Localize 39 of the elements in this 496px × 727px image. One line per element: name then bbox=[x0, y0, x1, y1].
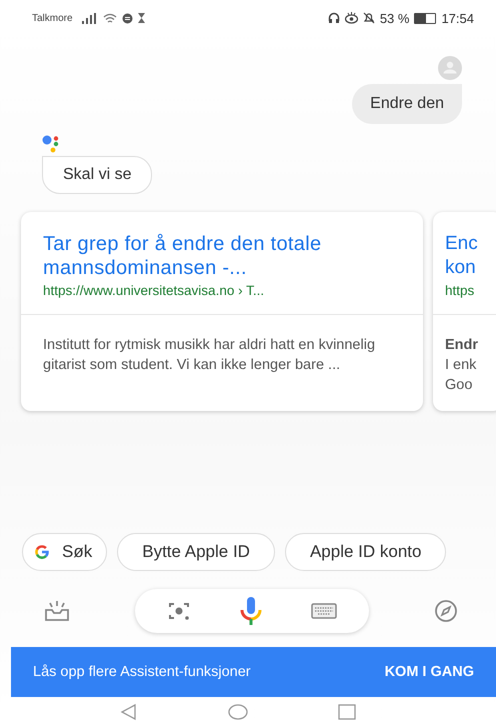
microphone-icon[interactable] bbox=[238, 596, 264, 626]
banner-text: Lås opp flere Assistent-funksjoner bbox=[33, 664, 251, 680]
result-card[interactable]: Tar grep for å endre den totale mannsdominansen -... https://www.universitetsavisa.no › T... Institutt for rytmisk musikk har aldri hatt en kvinnelig gitarist som student. Vi kan ikke lenger bare ... bbox=[21, 212, 423, 411]
result-title[interactable]: kon bbox=[445, 256, 496, 280]
result-card[interactable]: Enc kon https Endr I enk Goo bbox=[433, 212, 496, 411]
keyboard-icon[interactable] bbox=[311, 603, 337, 619]
result-snippet: Goo bbox=[445, 376, 474, 395]
inbox-icon[interactable] bbox=[44, 600, 70, 622]
get-started-button[interactable]: KOM I GANG bbox=[384, 664, 474, 680]
result-title[interactable]: Tar grep for å endre den totale mannsdominansen -... bbox=[43, 232, 343, 280]
google-g-icon bbox=[34, 544, 50, 560]
back-icon[interactable] bbox=[120, 703, 138, 721]
result-snippet: Institutt for rytmisk musikk har aldri hatt en kvinnelig gitarist som student. Vi kan ikke lenger bare ... bbox=[43, 336, 376, 375]
result-title[interactable]: Enc bbox=[445, 232, 496, 256]
result-url: https bbox=[445, 283, 476, 298]
signal-icon bbox=[82, 12, 98, 24]
headphones-icon bbox=[328, 12, 340, 24]
user-message: Endre den bbox=[352, 84, 462, 124]
chat-icon bbox=[122, 12, 133, 24]
clock: 17:54 bbox=[441, 10, 474, 26]
carrier-name: Talkmore bbox=[32, 12, 73, 24]
muted-bell-icon bbox=[362, 12, 375, 24]
wifi-icon bbox=[102, 12, 117, 24]
compass-icon[interactable] bbox=[434, 599, 458, 623]
home-icon[interactable] bbox=[228, 704, 248, 720]
recents-icon[interactable] bbox=[338, 704, 356, 720]
lens-icon[interactable] bbox=[167, 600, 191, 622]
result-url: https://www.universitetsavisa.no › T... bbox=[43, 283, 266, 298]
suggestion-chip[interactable]: Apple ID konto bbox=[284, 533, 446, 571]
suggestion-chip[interactable]: Bytte Apple ID bbox=[117, 533, 275, 571]
hourglass-icon bbox=[138, 13, 145, 23]
avatar-icon bbox=[438, 56, 462, 80]
result-snippet: Endr bbox=[445, 336, 480, 355]
battery-percent: 53 % bbox=[380, 10, 410, 26]
result-snippet: I enk bbox=[445, 356, 478, 375]
eye-icon bbox=[344, 12, 358, 24]
assistant-message: Skal vi se bbox=[42, 156, 152, 194]
battery-icon bbox=[414, 12, 436, 24]
suggestion-chip[interactable]: Søk bbox=[22, 533, 108, 571]
